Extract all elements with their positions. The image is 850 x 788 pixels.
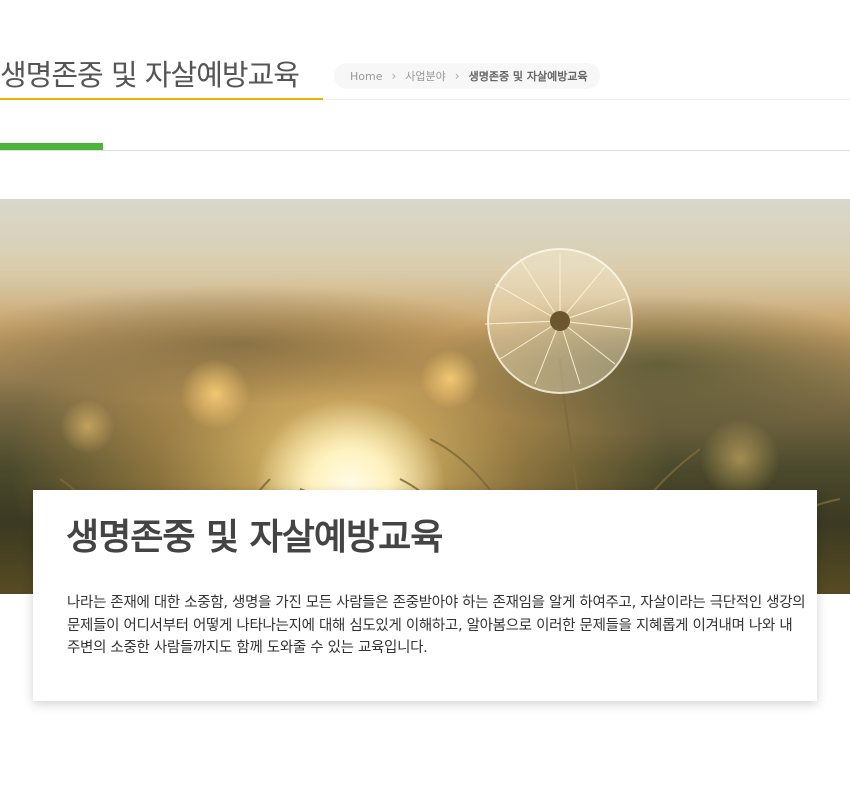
breadcrumb-section-link[interactable]: 사업분야 (405, 68, 445, 84)
page-title: 생명존중 및 자살예방교육 (0, 55, 323, 100)
intro-card: 생명존중 및 자살예방교육 나라는 존재에 대한 소중함, 생명을 가진 모든 … (33, 490, 817, 701)
breadcrumb-home-link[interactable]: Home (350, 70, 382, 83)
chevron-right-icon: › (454, 69, 460, 83)
breadcrumb-current: 생명존중 및 자살예방교육 (468, 70, 588, 83)
breadcrumb: Home › 사업분야 › 생명존중 및 자살예방교육 (334, 63, 600, 89)
chevron-right-icon: › (391, 69, 397, 83)
section-accent-bar (0, 143, 103, 150)
card-description: 나라는 존재에 대한 소중함, 생명을 가진 모든 사람들은 존중받아야 하는 … (67, 595, 806, 656)
card-title: 생명존중 및 자살예방교육 (66, 517, 443, 558)
title-divider (323, 99, 850, 100)
section-divider (0, 150, 850, 151)
